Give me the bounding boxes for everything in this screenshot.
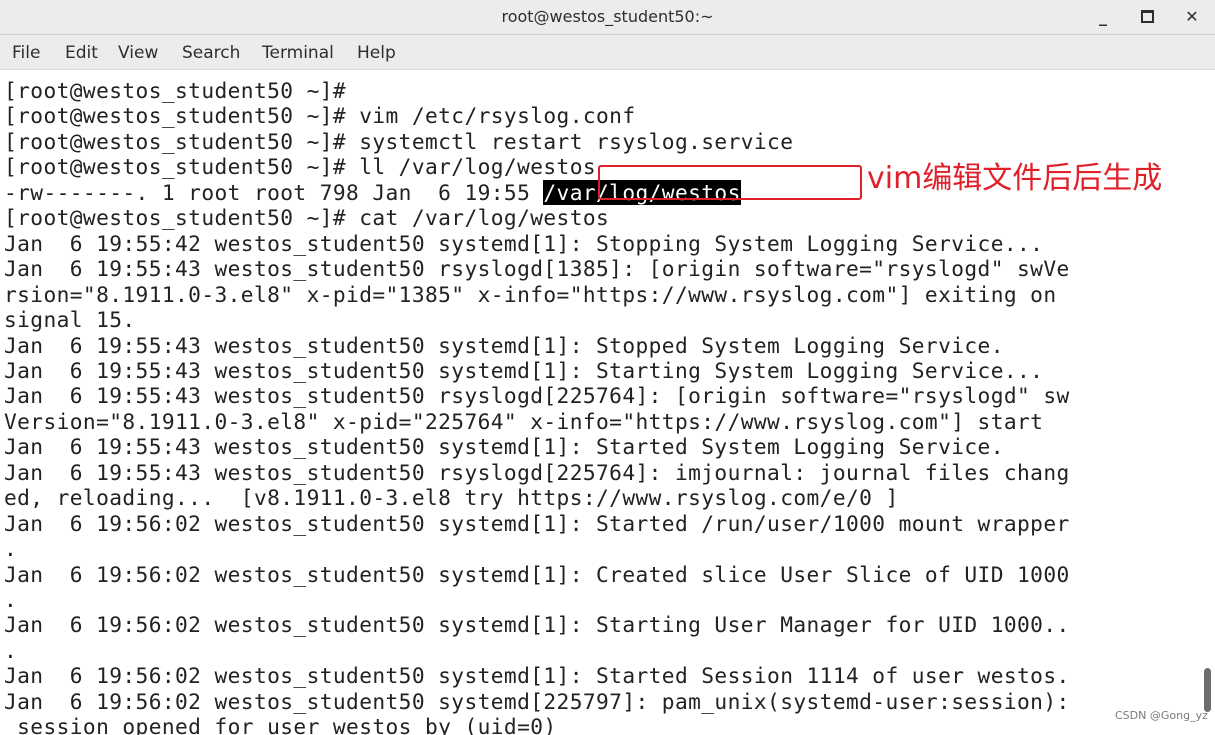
terminal-line: Jan 6 19:55:43 westos_student50 systemd[… <box>4 434 1004 460</box>
terminal-line: Jan 6 19:56:02 westos_student50 systemd[… <box>4 510 1070 536</box>
terminal-line: [root@westos_student50 ~]# systemctl res… <box>4 128 794 154</box>
scrollbar-thumb[interactable] <box>1204 668 1211 712</box>
terminal-line: Jan 6 19:55:43 westos_student50 systemd[… <box>4 332 1004 358</box>
terminal-line: . <box>4 637 18 663</box>
maximize-button[interactable] <box>1134 5 1160 29</box>
terminal-line: Jan 6 19:56:02 westos_student50 systemd[… <box>4 688 1070 714</box>
terminal-line: Jan 6 19:55:43 westos_student50 rsyslogd… <box>4 256 1070 282</box>
menu-bar: File Edit View Search Terminal Help <box>0 35 1215 70</box>
title-bar: root@westos_student50:~ _ ✕ <box>0 0 1215 35</box>
terminal-line: Jan 6 19:55:42 westos_student50 systemd[… <box>4 230 1044 256</box>
terminal-line: [root@westos_student50 ~]# <box>4 78 347 103</box>
terminal-line: [root@westos_student50 ~]# cat /var/log/… <box>4 205 610 231</box>
menu-file[interactable]: File <box>12 35 40 69</box>
menu-help[interactable]: Help <box>357 35 396 69</box>
menu-edit[interactable]: Edit <box>65 35 98 69</box>
terminal-line: Jan 6 19:55:43 westos_student50 systemd[… <box>4 357 1044 383</box>
terminal-line: Jan 6 19:55:43 westos_student50 rsyslogd… <box>4 383 1070 409</box>
terminal-line: Jan 6 19:56:02 westos_student50 systemd[… <box>4 663 1070 689</box>
menu-view[interactable]: View <box>118 35 158 69</box>
menu-terminal[interactable]: Terminal <box>262 35 334 69</box>
terminal-line: Jan 6 19:55:43 westos_student50 rsyslogd… <box>4 459 1070 485</box>
watermark: CSDN @Gong_yz <box>1115 709 1208 722</box>
close-button[interactable]: ✕ <box>1179 5 1205 29</box>
terminal-line: Version="8.1911.0-3.el8" x-pid="225764" … <box>4 408 1044 434</box>
terminal-line: . <box>4 536 18 562</box>
terminal-line: rsion="8.1911.0-3.el8" x-pid="1385" x-in… <box>4 281 1057 307</box>
terminal-line: [root@westos_student50 ~]# ll /var/log/w… <box>4 154 597 180</box>
scrollbar-track[interactable] <box>1200 70 1215 735</box>
maximize-icon <box>1140 10 1154 23</box>
terminal-line: . <box>4 587 18 612</box>
annotation-highlight-box <box>598 165 862 200</box>
terminal-line: Jan 6 19:56:02 westos_student50 systemd[… <box>4 612 1070 638</box>
terminal-line: Jan 6 19:56:02 westos_student50 systemd[… <box>4 561 1070 587</box>
menu-search[interactable]: Search <box>182 35 240 69</box>
terminal-line: [root@westos_student50 ~]# vim /etc/rsys… <box>4 103 636 129</box>
terminal-line: signal 15. <box>4 307 136 333</box>
minimize-button[interactable]: _ <box>1090 5 1116 29</box>
window-title: root@westos_student50:~ <box>501 7 714 26</box>
terminal-line: ed, reloading... [v8.1911.0-3.el8 try ht… <box>4 485 899 511</box>
annotation-text: vim编辑文件后后生成 <box>867 161 1163 196</box>
terminal-line: session opened for user westos by (uid=0… <box>4 714 557 735</box>
